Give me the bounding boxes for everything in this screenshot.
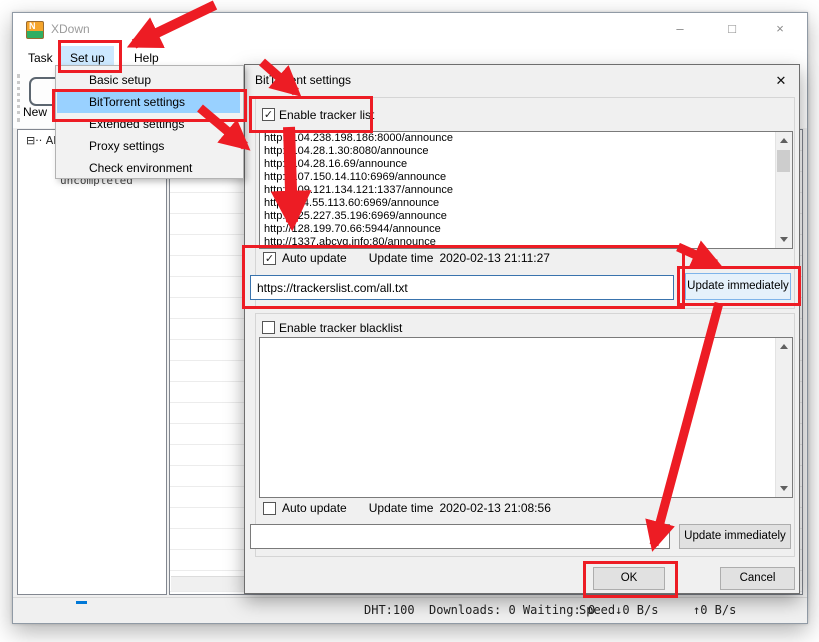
- window-title: XDown: [51, 22, 90, 36]
- category-tree: ⊟·· All uncompleted: [17, 129, 167, 595]
- blacklist-auto-update-row: Auto update Update time 2020-02-13 21:08…: [263, 501, 551, 515]
- auto-update-label: Auto update: [282, 501, 347, 515]
- horizontal-scrollbar[interactable]: [171, 576, 249, 591]
- tracker-url[interactable]: http://125.227.35.196:6969/announce: [260, 210, 792, 223]
- tracker-url[interactable]: http://1337.abcvg.info:80/announce: [260, 236, 792, 249]
- update-time-label: Update time: [369, 251, 434, 265]
- status-downloads: Downloads: 0 Waiting: 0: [429, 603, 595, 617]
- minimize-button[interactable]: –: [659, 13, 701, 45]
- tracker-list-scrollbar[interactable]: [775, 132, 792, 248]
- maximize-button[interactable]: □: [711, 13, 753, 45]
- status-speed-down: Speed↓0 B/s: [579, 603, 658, 617]
- menu-item-proxy-settings[interactable]: Proxy settings: [57, 135, 240, 157]
- dialog-title: BitTorrent settings: [255, 73, 351, 87]
- scroll-down-icon[interactable]: [780, 486, 788, 491]
- dialog-close-icon[interactable]: ✕: [769, 71, 793, 91]
- tracker-url[interactable]: http://104.28.1.30:8080/announce: [260, 145, 792, 158]
- blacklist-source-url-input[interactable]: [250, 524, 670, 549]
- status-blue-dash: [76, 601, 87, 604]
- update-time-value: 2020-02-13 21:08:56: [439, 501, 550, 515]
- scroll-up-icon[interactable]: [780, 344, 788, 349]
- tracker-url[interactable]: http://104.28.16.69/announce: [260, 158, 792, 171]
- tracker-url[interactable]: http://107.150.14.110:6969/announce: [260, 171, 792, 184]
- tracker-url[interactable]: http://114.55.113.60:6969/announce: [260, 197, 792, 210]
- status-speed-up: ↑0 B/s: [693, 603, 736, 617]
- enable-tracker-list-checkbox[interactable]: ✓: [262, 108, 275, 121]
- setup-dropdown-menu: Basic setup BitTorrent settings Extended…: [55, 65, 244, 179]
- menu-item-basic-setup[interactable]: Basic setup: [57, 69, 240, 91]
- blacklist-auto-update-checkbox[interactable]: [263, 502, 276, 515]
- bittorrent-settings-dialog: BitTorrent settings ✕ ✓ Enable tracker l…: [244, 64, 800, 594]
- ok-button[interactable]: OK: [593, 567, 665, 590]
- screenshot-root: XDown – □ × Task Set up Help New ⊟·· All…: [0, 0, 819, 642]
- tracker-update-immediately-button[interactable]: Update immediately: [685, 273, 791, 300]
- tracker-auto-update-checkbox[interactable]: ✓: [263, 252, 276, 265]
- menu-item-bittorrent-settings[interactable]: BitTorrent settings: [57, 91, 240, 113]
- menu-item-extended-settings[interactable]: Extended settings: [57, 113, 240, 135]
- tracker-source-url-input[interactable]: [250, 275, 674, 300]
- scroll-up-icon[interactable]: [780, 138, 788, 143]
- cancel-button[interactable]: Cancel: [720, 567, 795, 590]
- close-button[interactable]: ×: [759, 13, 801, 45]
- scroll-down-icon[interactable]: [780, 237, 788, 242]
- blacklist-update-immediately-button[interactable]: Update immediately: [679, 524, 791, 549]
- app-icon: [26, 21, 44, 39]
- enable-tracker-blacklist-label: Enable tracker blacklist: [279, 321, 402, 335]
- tracker-blacklist-textarea[interactable]: [259, 337, 793, 498]
- blacklist-scrollbar[interactable]: [775, 338, 792, 497]
- tracker-url[interactable]: http://104.238.198.186:8000/announce: [260, 132, 792, 145]
- tracker-url-list[interactable]: http://104.238.198.186:8000/announce htt…: [259, 131, 793, 249]
- update-time-label: Update time: [369, 501, 434, 515]
- scroll-thumb[interactable]: [777, 150, 790, 172]
- update-time-value: 2020-02-13 21:11:27: [439, 251, 550, 265]
- auto-update-label: Auto update: [282, 251, 347, 265]
- tracker-url[interactable]: http://128.199.70.66:5944/announce: [260, 223, 792, 236]
- tree-expand-icon[interactable]: ⊟··: [26, 134, 42, 147]
- enable-tracker-list-label: Enable tracker list: [279, 108, 374, 122]
- status-bar: DHT:100 Downloads: 0 Waiting: 0 Speed↓0 …: [13, 597, 807, 623]
- tracker-auto-update-row: ✓ Auto update Update time 2020-02-13 21:…: [263, 251, 550, 265]
- tracker-url[interactable]: http://109.121.134.121:1337/announce: [260, 184, 792, 197]
- title-bar[interactable]: XDown – □ ×: [13, 13, 807, 46]
- status-dht: DHT:100: [364, 603, 415, 617]
- enable-tracker-blacklist-checkbox[interactable]: [262, 321, 275, 334]
- menu-item-check-environment[interactable]: Check environment: [57, 157, 240, 179]
